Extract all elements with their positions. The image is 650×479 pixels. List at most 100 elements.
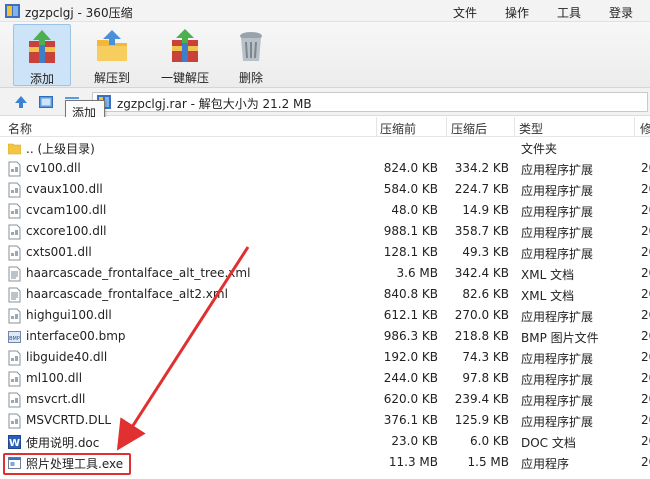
dll-file-icon — [8, 224, 21, 240]
file-row[interactable]: .. (上级目录) 文件夹 — [0, 137, 650, 158]
file-modified: 20 — [641, 266, 650, 280]
file-packed-size: 239.4 KB — [454, 392, 509, 406]
archive-path-text: zgzpclgj.rar - 解包大小为 21.2 MB — [117, 97, 312, 111]
one-click-extract-button[interactable]: 一键解压 — [152, 24, 218, 86]
column-divider[interactable] — [376, 117, 377, 137]
file-packed-size: 270.0 KB — [454, 308, 509, 322]
one-click-extract-icon — [172, 29, 198, 62]
file-modified: 20 — [641, 329, 650, 343]
column-divider[interactable] — [514, 117, 515, 137]
dll-file-icon — [8, 203, 21, 219]
file-type: 应用程序扩展 — [521, 247, 594, 261]
file-row[interactable]: msvcrt.dll 620.0 KB 239.4 KB 应用程序扩展 20 — [0, 389, 650, 410]
file-row[interactable]: highgui100.dll 612.1 KB 270.0 KB 应用程序扩展 20 — [0, 305, 650, 326]
file-type: BMP 图片文件 — [521, 331, 599, 345]
menu-login[interactable]: 登录 — [609, 4, 633, 21]
file-type: 应用程序扩展 — [521, 163, 594, 177]
one-click-extract-label: 一键解压 — [160, 71, 209, 85]
file-original-size: 988.1 KB — [383, 224, 438, 238]
file-packed-size: 82.6 KB — [462, 287, 509, 301]
file-original-size: 3.6 MB — [396, 266, 438, 280]
column-divider[interactable] — [634, 117, 635, 137]
delete-button[interactable]: 删除 — [227, 24, 275, 86]
folder-icon — [8, 143, 21, 155]
file-name: interface00.bmp — [26, 329, 126, 343]
file-type: 应用程序扩展 — [521, 394, 594, 408]
svg-text:BMP: BMP — [9, 336, 20, 342]
file-name: haarcascade_frontalface_alt_tree.xml — [26, 266, 251, 280]
view-mode-icon[interactable] — [38, 94, 54, 110]
file-type: 应用程序扩展 — [521, 184, 594, 198]
file-packed-size: 125.9 KB — [454, 413, 509, 427]
archive-path-field[interactable]: zgzpclgj.rar - 解包大小为 21.2 MB — [92, 92, 648, 112]
file-name: ml100.dll — [26, 371, 83, 385]
file-type: 文件夹 — [521, 142, 558, 156]
file-row[interactable]: cvcam100.dll 48.0 KB 14.9 KB 应用程序扩展 20 — [0, 200, 650, 221]
trash-can-icon — [240, 32, 262, 61]
menu-operation[interactable]: 操作 — [505, 4, 529, 21]
file-original-size: 23.0 KB — [391, 434, 438, 448]
add-archive-icon — [29, 30, 55, 63]
file-modified: 20 — [641, 245, 650, 259]
file-type: 应用程序扩展 — [521, 205, 594, 219]
column-original-size[interactable]: 压缩前 — [380, 120, 416, 137]
extract-to-icon — [97, 30, 127, 61]
extract-to-button[interactable]: 解压到 — [84, 24, 140, 86]
dll-file-icon — [8, 245, 21, 261]
file-name: libguide40.dll — [26, 350, 108, 364]
file-row[interactable]: cxts001.dll 128.1 KB 49.3 KB 应用程序扩展 20 — [0, 242, 650, 263]
column-packed-size[interactable]: 压缩后 — [451, 120, 487, 137]
menu-tools[interactable]: 工具 — [557, 4, 581, 21]
extract-to-label: 解压到 — [93, 71, 130, 85]
file-packed-size: 14.9 KB — [462, 203, 509, 217]
up-arrow-icon[interactable] — [13, 94, 29, 110]
dll-file-icon — [8, 161, 21, 177]
column-modified[interactable]: 修 — [640, 120, 650, 137]
add-button[interactable]: 添加 — [13, 24, 71, 86]
file-modified: 20 — [641, 392, 650, 406]
file-row[interactable]: BMP interface00.bmp 986.3 KB 218.8 KB BMP 图片… — [0, 326, 650, 347]
column-type[interactable]: 类型 — [519, 120, 543, 137]
file-packed-size: 218.8 KB — [454, 329, 509, 343]
file-row[interactable]: libguide40.dll 192.0 KB 74.3 KB 应用程序扩展 20 — [0, 347, 650, 368]
file-type: 应用程序扩展 — [521, 226, 594, 240]
file-original-size: 824.0 KB — [383, 161, 438, 175]
toolbar: 添加 解压到 一键解压 删除 — [0, 22, 650, 88]
file-modified: 20 — [641, 224, 650, 238]
file-name: cxts001.dll — [26, 245, 92, 259]
file-row[interactable]: haarcascade_frontalface_alt2.xml 840.8 KB… — [0, 284, 650, 305]
delete-label: 删除 — [238, 71, 263, 85]
file-original-size: 192.0 KB — [383, 350, 438, 364]
file-row[interactable]: cv100.dll 824.0 KB 334.2 KB 应用程序扩展 20 — [0, 158, 650, 179]
file-modified: 20 — [641, 161, 650, 175]
file-type: 应用程序扩展 — [521, 373, 594, 387]
file-packed-size: 6.0 KB — [470, 434, 509, 448]
file-row[interactable]: MSVCRTD.DLL 376.1 KB 125.9 KB 应用程序扩展 20 — [0, 410, 650, 431]
file-row[interactable]: cxcore100.dll 988.1 KB 358.7 KB 应用程序扩展 20 — [0, 221, 650, 242]
dll-file-icon — [8, 308, 21, 324]
file-modified: 20 — [641, 350, 650, 364]
dll-file-icon — [8, 182, 21, 198]
highlight-box — [3, 453, 131, 475]
dll-file-icon — [8, 371, 21, 387]
menu-file[interactable]: 文件 — [453, 4, 477, 21]
file-modified: 20 — [641, 455, 650, 469]
file-packed-size: 334.2 KB — [454, 161, 509, 175]
file-original-size: 376.1 KB — [383, 413, 438, 427]
file-packed-size: 224.7 KB — [454, 182, 509, 196]
file-modified: 20 — [641, 182, 650, 196]
file-modified: 20 — [641, 203, 650, 217]
file-row[interactable]: cvaux100.dll 584.0 KB 224.7 KB 应用程序扩展 20 — [0, 179, 650, 200]
column-divider[interactable] — [446, 117, 447, 137]
column-name[interactable]: 名称 — [8, 120, 32, 137]
file-row[interactable]: W 使用说明.doc 23.0 KB 6.0 KB DOC 文档 20 — [0, 431, 650, 452]
file-name: haarcascade_frontalface_alt2.xml — [26, 287, 228, 301]
xml-file-icon — [8, 266, 21, 282]
file-row[interactable]: ml100.dll 244.0 KB 97.8 KB 应用程序扩展 20 — [0, 368, 650, 389]
file-packed-size: 1.5 MB — [467, 455, 509, 469]
file-packed-size: 49.3 KB — [462, 245, 509, 259]
file-packed-size: 74.3 KB — [462, 350, 509, 364]
file-row[interactable]: haarcascade_frontalface_alt_tree.xml 3.6 … — [0, 263, 650, 284]
xml-file-icon — [8, 287, 21, 303]
file-modified: 20 — [641, 308, 650, 322]
